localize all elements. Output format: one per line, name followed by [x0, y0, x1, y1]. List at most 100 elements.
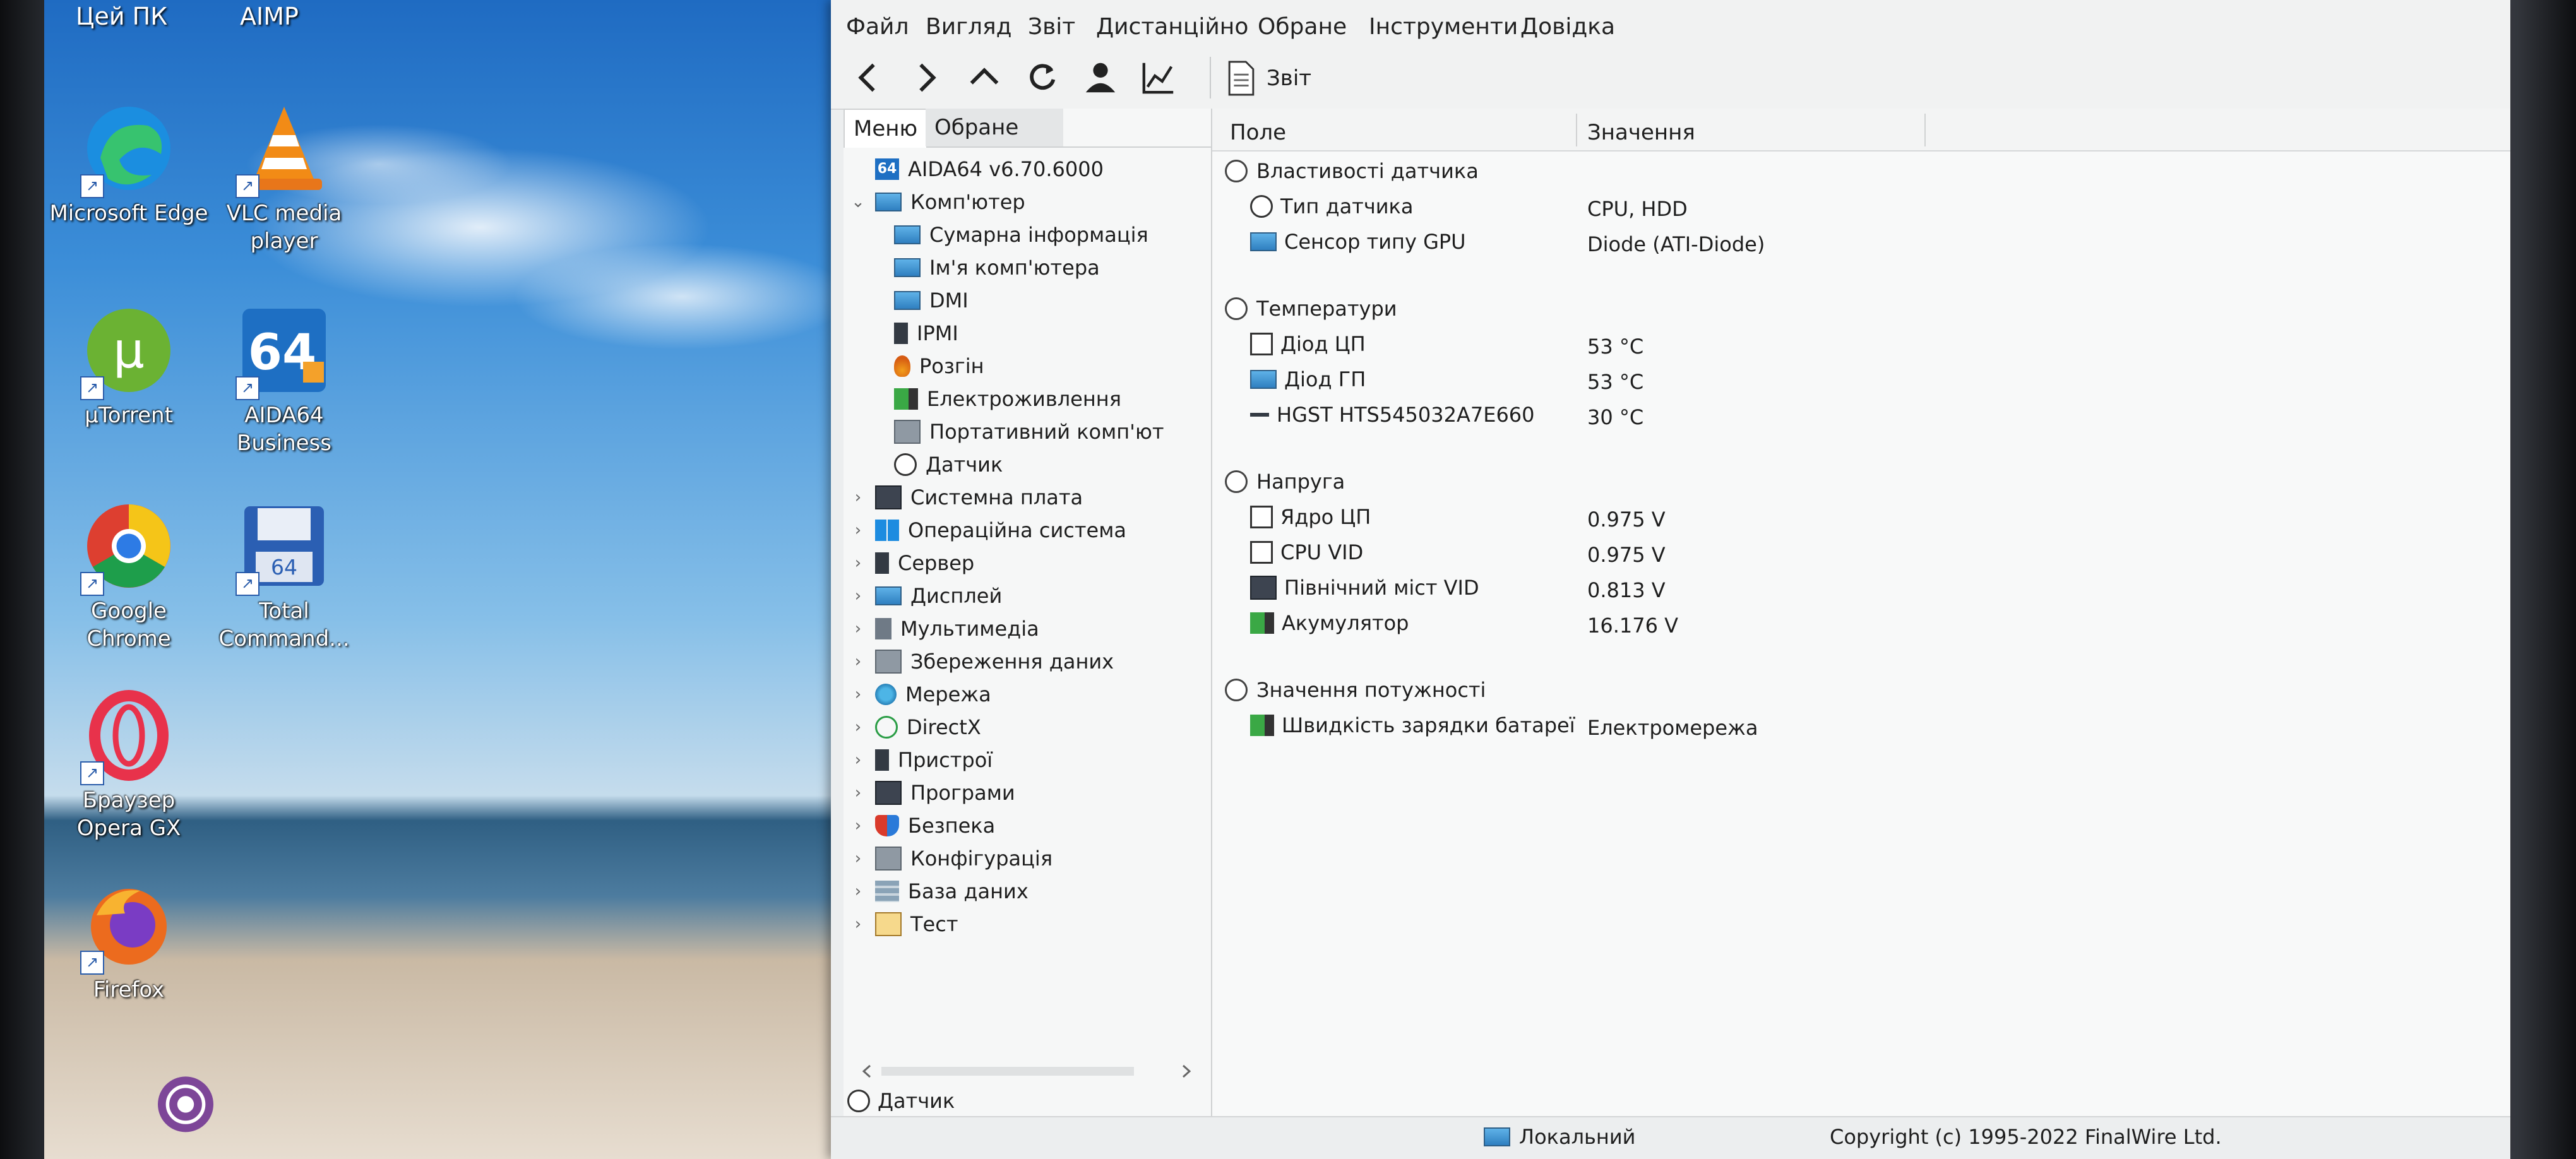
column-field[interactable]: Поле	[1230, 120, 1286, 145]
tree-item[interactable]: › Безпека	[850, 809, 995, 842]
tab-favorites[interactable]: Обране	[926, 109, 1063, 146]
expand-toggle-icon[interactable]: ›	[850, 685, 866, 704]
menu-file[interactable]: Файл	[846, 14, 909, 40]
desktop-shortcut-opera-gx[interactable]: ↗ Браузер Opera GX	[47, 688, 211, 842]
details-row[interactable]: Діод ГП	[1250, 367, 1366, 391]
tab-menu[interactable]: Меню	[844, 109, 928, 148]
tree-item[interactable]: › Системна плата	[850, 481, 1083, 514]
field-label: Діод ГП	[1284, 367, 1366, 391]
status-copyright: Copyright (c) 1995-2022 FinalWire Ltd.	[1830, 1125, 2222, 1149]
tree-item[interactable]: Розгін	[894, 350, 984, 383]
tree-item[interactable]: Ім'я комп'ютера	[894, 251, 1100, 284]
group-header: Напруга	[1225, 470, 1345, 494]
details-row[interactable]: Ядро ЦП	[1250, 505, 1371, 529]
desktop-label: Firefox	[93, 977, 165, 1002]
expand-toggle-icon[interactable]: ›	[850, 586, 866, 605]
navigation-pane: Меню Обране 64 AIDA64 v6.70.6000 ⌄ Комп'юте…	[844, 109, 1212, 1119]
expand-toggle-icon[interactable]: ›	[850, 882, 866, 901]
tree-item[interactable]: 64 AIDA64 v6.70.6000	[850, 153, 1104, 186]
back-icon	[858, 63, 875, 92]
tree-item[interactable]: ⌄ Комп'ютер	[850, 186, 1025, 218]
tree-item-label: Сумарна інформація	[929, 223, 1148, 247]
expand-toggle-icon[interactable]: ›	[850, 849, 866, 868]
desktop-shortcut-vlc[interactable]: ↗ VLC media player	[202, 101, 366, 255]
tree-item[interactable]: › Мережа	[850, 678, 991, 711]
desktop-shortcut-utorrent[interactable]: µ ↗ µTorrent	[47, 303, 211, 429]
tree-item[interactable]: › Програми	[850, 776, 1015, 809]
tree-item[interactable]: Датчик	[894, 448, 1003, 481]
expand-toggle-icon[interactable]: ›	[850, 816, 866, 835]
desktop-shortcut-total-commander[interactable]: 64 ↗ Total Command...	[202, 499, 366, 653]
menu-report[interactable]: Звіт	[1028, 14, 1075, 40]
desktop-label: Google Chrome	[86, 598, 171, 651]
column-divider[interactable]	[1576, 114, 1577, 146]
column-divider[interactable]	[1924, 114, 1926, 146]
security-icon	[875, 815, 899, 836]
expand-toggle-icon[interactable]: ⌄	[850, 193, 866, 211]
chart-button[interactable]	[1134, 53, 1183, 102]
expand-toggle-icon[interactable]: ›	[850, 619, 866, 638]
tree-item[interactable]: DMI	[894, 284, 969, 317]
menu-favorites[interactable]: Обране	[1258, 14, 1347, 40]
details-row[interactable]: Швидкість зарядки батареї	[1250, 713, 1575, 737]
tree-item[interactable]: Сумарна інформація	[894, 218, 1148, 251]
toolbar: Звіт	[831, 48, 2510, 110]
tree-item[interactable]: › Збереження даних	[850, 645, 1114, 678]
expand-toggle-icon[interactable]: ›	[850, 652, 866, 671]
details-row[interactable]: Сенсор типу GPU	[1250, 230, 1466, 254]
tree-item-label: Комп'ютер	[910, 190, 1025, 214]
desktop-label-aimp[interactable]: AIMP	[240, 3, 299, 30]
details-row[interactable]: HGST HTS545032A7E660	[1250, 403, 1535, 427]
chipset-icon	[1250, 576, 1277, 600]
menu-help[interactable]: Довідка	[1520, 14, 1615, 40]
details-row[interactable]: Діод ЦП	[1250, 332, 1366, 356]
report-icon	[1228, 61, 1255, 96]
report-button[interactable]: Звіт	[1227, 54, 1311, 102]
desktop-shortcut-edge[interactable]: ↗ Microsoft Edge	[47, 101, 211, 227]
expand-toggle-icon[interactable]: ›	[850, 554, 866, 573]
opera-gx-icon: ↗	[80, 688, 176, 785]
back-button[interactable]	[844, 53, 893, 102]
sensor-icon	[847, 1090, 870, 1112]
desktop-shortcut-tor[interactable]	[104, 1067, 268, 1140]
laptop-icon	[875, 650, 902, 674]
tree-item[interactable]: › Мультимедіа	[850, 612, 1039, 645]
horizontal-scrollbar[interactable]	[856, 1061, 1197, 1082]
tree-item[interactable]: Електроживлення	[894, 383, 1121, 415]
menu-view[interactable]: Вигляд	[926, 14, 1012, 40]
details-row[interactable]: Акумулятор	[1250, 611, 1409, 635]
overclock-icon	[894, 355, 910, 377]
forward-button[interactable]	[902, 53, 951, 102]
desktop-shortcut-chrome[interactable]: ↗ Google Chrome	[47, 499, 211, 653]
expand-toggle-icon[interactable]: ›	[850, 783, 866, 802]
utorrent-icon: µ ↗	[80, 303, 176, 400]
user-button[interactable]	[1076, 53, 1125, 102]
tree-item[interactable]: › Пристрої	[850, 744, 993, 776]
expand-toggle-icon[interactable]: ›	[850, 488, 866, 507]
menu-remote[interactable]: Дистанційно	[1096, 14, 1248, 40]
expand-toggle-icon[interactable]: ›	[850, 751, 866, 770]
details-row[interactable]: Тип датчика	[1250, 194, 1413, 218]
tree-item[interactable]: IPMI	[894, 317, 958, 350]
expand-toggle-icon[interactable]: ›	[850, 718, 866, 737]
tree-item[interactable]: › База даних	[850, 875, 1029, 908]
tree-item[interactable]: › Сервер	[850, 547, 974, 580]
expand-toggle-icon[interactable]: ›	[850, 915, 866, 934]
tree-item[interactable]: › DirectX	[850, 711, 981, 744]
tree-item[interactable]: Портативний комп'ют	[894, 415, 1164, 448]
details-pane: Поле Значення Властивості датчика Тип дат…	[1212, 109, 2510, 1119]
expand-toggle-icon[interactable]: ›	[850, 521, 866, 540]
tree-item[interactable]: › Конфігурація	[850, 842, 1052, 875]
up-button[interactable]	[960, 53, 1009, 102]
details-row[interactable]: CPU VID	[1250, 540, 1363, 564]
tree-item[interactable]: › Операційна система	[850, 514, 1126, 547]
desktop-label-this-pc[interactable]: Цей ПК	[76, 3, 167, 30]
details-row[interactable]: Північний міст VID	[1250, 576, 1479, 600]
column-value[interactable]: Значення	[1587, 120, 1695, 145]
tree-item[interactable]: › Дисплей	[850, 580, 1002, 612]
tree-item[interactable]: › Тест	[850, 908, 958, 941]
desktop-shortcut-firefox[interactable]: ↗ Firefox	[47, 877, 211, 1004]
desktop-shortcut-aida64[interactable]: 64 ↗ AIDA64 Business	[202, 303, 366, 457]
menu-tools[interactable]: Інструменти	[1369, 14, 1518, 40]
refresh-button[interactable]	[1018, 53, 1067, 102]
